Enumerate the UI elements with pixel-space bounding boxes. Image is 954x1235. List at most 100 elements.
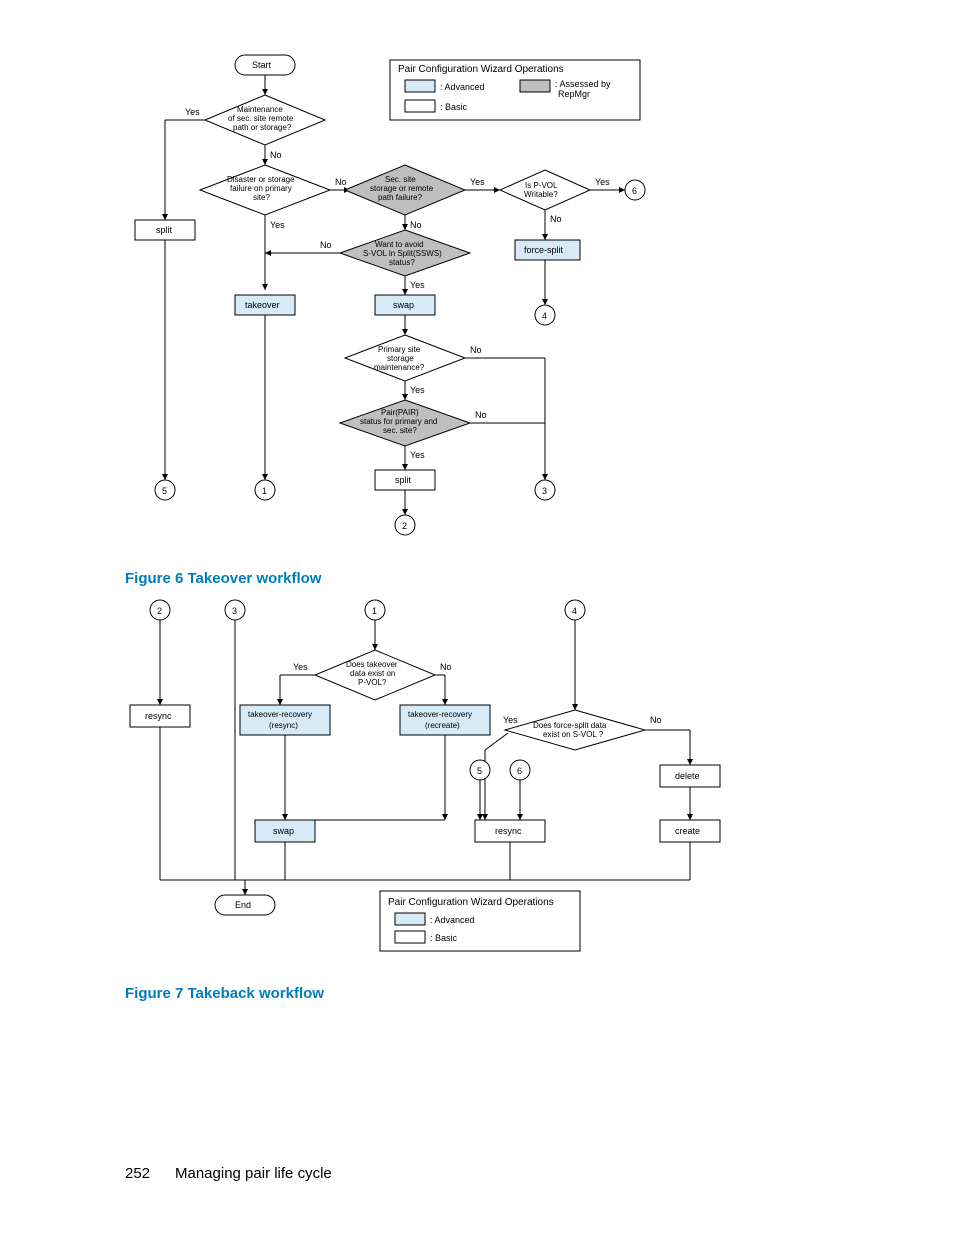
svg-text:Want to avoid: Want to avoid (375, 240, 424, 249)
svg-text:Writable?: Writable? (524, 190, 558, 199)
svg-text:Pair(PAIR): Pair(PAIR) (381, 408, 419, 417)
svg-text:Yes: Yes (595, 177, 610, 187)
svg-text:Does takeover: Does takeover (346, 660, 398, 669)
svg-text:: Basic: : Basic (430, 933, 458, 943)
legend-basic: : Basic (440, 102, 468, 112)
svg-text:swap: swap (273, 826, 294, 836)
svg-text:Primary site: Primary site (378, 345, 421, 354)
svg-text:storage: storage (387, 354, 414, 363)
svg-text:Yes: Yes (470, 177, 485, 187)
svg-text:2: 2 (402, 521, 407, 531)
svg-text:path or storage?: path or storage? (233, 123, 292, 132)
svg-text:split: split (156, 225, 173, 235)
svg-text:sec. site?: sec. site? (383, 426, 417, 435)
node-split: split (135, 220, 195, 240)
svg-text:site?: site? (253, 193, 270, 202)
legend-assessed-l2: RepMgr (558, 89, 590, 99)
svg-text:takeover-recovery: takeover-recovery (248, 710, 312, 719)
svg-text:5: 5 (477, 766, 482, 776)
svg-text:5: 5 (162, 486, 167, 496)
page: Pair Configuration Wizard Operations : A… (0, 0, 954, 1235)
svg-text:swap: swap (393, 300, 414, 310)
svg-text:takeover-recovery: takeover-recovery (408, 710, 472, 719)
svg-text:P-VOL?: P-VOL? (358, 678, 387, 687)
node-pair-status: Pair(PAIR) status for primary and sec. s… (340, 400, 470, 446)
node-force-split: force-split (515, 240, 580, 260)
svg-text:No: No (440, 662, 452, 672)
svg-text:status for primary and: status for primary and (360, 417, 437, 426)
node-maintenance: Maintenance of sec. site remote path or … (205, 95, 325, 145)
svg-text:(resync): (resync) (269, 721, 298, 730)
node-resync2: resync (475, 820, 545, 842)
svg-text:create: create (675, 826, 700, 836)
connector-6b: 6 (510, 760, 530, 780)
svg-text:3: 3 (542, 486, 547, 496)
svg-text:6: 6 (517, 766, 522, 776)
edge-no: No (270, 150, 282, 160)
svg-text:No: No (335, 177, 347, 187)
connector-2b: 2 (150, 600, 170, 620)
svg-text:Maintenance: Maintenance (237, 105, 283, 114)
legend-box: Pair Configuration Wizard Operations : A… (390, 60, 640, 120)
svg-text:Yes: Yes (270, 220, 285, 230)
svg-text:Yes: Yes (410, 385, 425, 395)
svg-text:status?: status? (389, 258, 415, 267)
svg-text:Yes: Yes (410, 450, 425, 460)
figure6-svg: Pair Configuration Wizard Operations : A… (120, 50, 680, 570)
connector-6: 6 (625, 180, 645, 200)
svg-text:data exist on: data exist on (350, 669, 395, 678)
svg-text:2: 2 (157, 606, 162, 616)
svg-text:Pair Configuration Wizard Oper: Pair Configuration Wizard Operations (388, 897, 554, 908)
svg-text:S-VOL in Split(SSWS): S-VOL in Split(SSWS) (363, 249, 442, 258)
svg-text:exist on S-VOL ?: exist on S-VOL ? (543, 730, 604, 739)
connector-3: 3 (535, 480, 555, 500)
svg-text:Is P-VOL: Is P-VOL (525, 181, 558, 190)
node-end: End (215, 895, 275, 915)
svg-text:(recreate): (recreate) (425, 721, 460, 730)
legend-title: Pair Configuration Wizard Operations (398, 64, 564, 75)
node-create: create (660, 820, 720, 842)
edge-yes: Yes (185, 107, 200, 117)
page-number: 252 (125, 1165, 150, 1182)
node-avoid-svol: Want to avoid S-VOL in Split(SSWS) statu… (340, 230, 470, 276)
svg-text:Disaster or storage: Disaster or storage (227, 175, 295, 184)
connector-4: 4 (535, 305, 555, 325)
figure7-caption: Figure 7 Takeback workflow (125, 985, 324, 1002)
svg-text:failure on primary: failure on primary (230, 184, 292, 193)
svg-text:Does force-split data: Does force-split data (533, 721, 607, 730)
svg-text:path failure?: path failure? (378, 193, 423, 202)
node-start: Start (235, 55, 295, 75)
svg-text:takeover: takeover (245, 300, 280, 310)
connector-4b: 4 (565, 600, 585, 620)
svg-text:Yes: Yes (503, 715, 518, 725)
node-secsite: Sec. site storage or remote path failure… (345, 165, 465, 215)
svg-text:1: 1 (372, 606, 377, 616)
svg-text:1: 1 (262, 486, 267, 496)
svg-text:No: No (470, 345, 482, 355)
node-takeover-data: Does takeover data exist on P-VOL? (315, 650, 435, 700)
connector-1: 1 (255, 480, 275, 500)
svg-text:6: 6 (632, 186, 637, 196)
footer-title: Managing pair life cycle (175, 1165, 332, 1182)
svg-text:4: 4 (572, 606, 577, 616)
legend-assessed-l1: : Assessed by (555, 79, 611, 89)
svg-text:force-split: force-split (524, 245, 564, 255)
svg-text:maintenance?: maintenance? (374, 363, 425, 372)
node-tr-recreate: takeover-recovery (recreate) (400, 705, 490, 735)
connector-5: 5 (155, 480, 175, 500)
svg-text:No: No (550, 214, 562, 224)
svg-text:No: No (410, 220, 422, 230)
svg-text:split: split (395, 475, 412, 485)
figure7-svg: 2 3 1 4 Does takeover data exist on P-VO… (125, 595, 735, 985)
svg-text:storage or remote: storage or remote (370, 184, 434, 193)
figure6-caption: Figure 6 Takeover workflow (125, 570, 321, 587)
svg-text:3: 3 (232, 606, 237, 616)
svg-text:resync: resync (495, 826, 522, 836)
svg-text:: Advanced: : Advanced (430, 915, 475, 925)
node-split2: split (375, 470, 435, 490)
svg-text:No: No (650, 715, 662, 725)
svg-text:Yes: Yes (293, 662, 308, 672)
node-swap-b: swap (255, 820, 315, 842)
node-pvol: Is P-VOL Writable? (500, 170, 590, 210)
svg-text:No: No (320, 240, 332, 250)
